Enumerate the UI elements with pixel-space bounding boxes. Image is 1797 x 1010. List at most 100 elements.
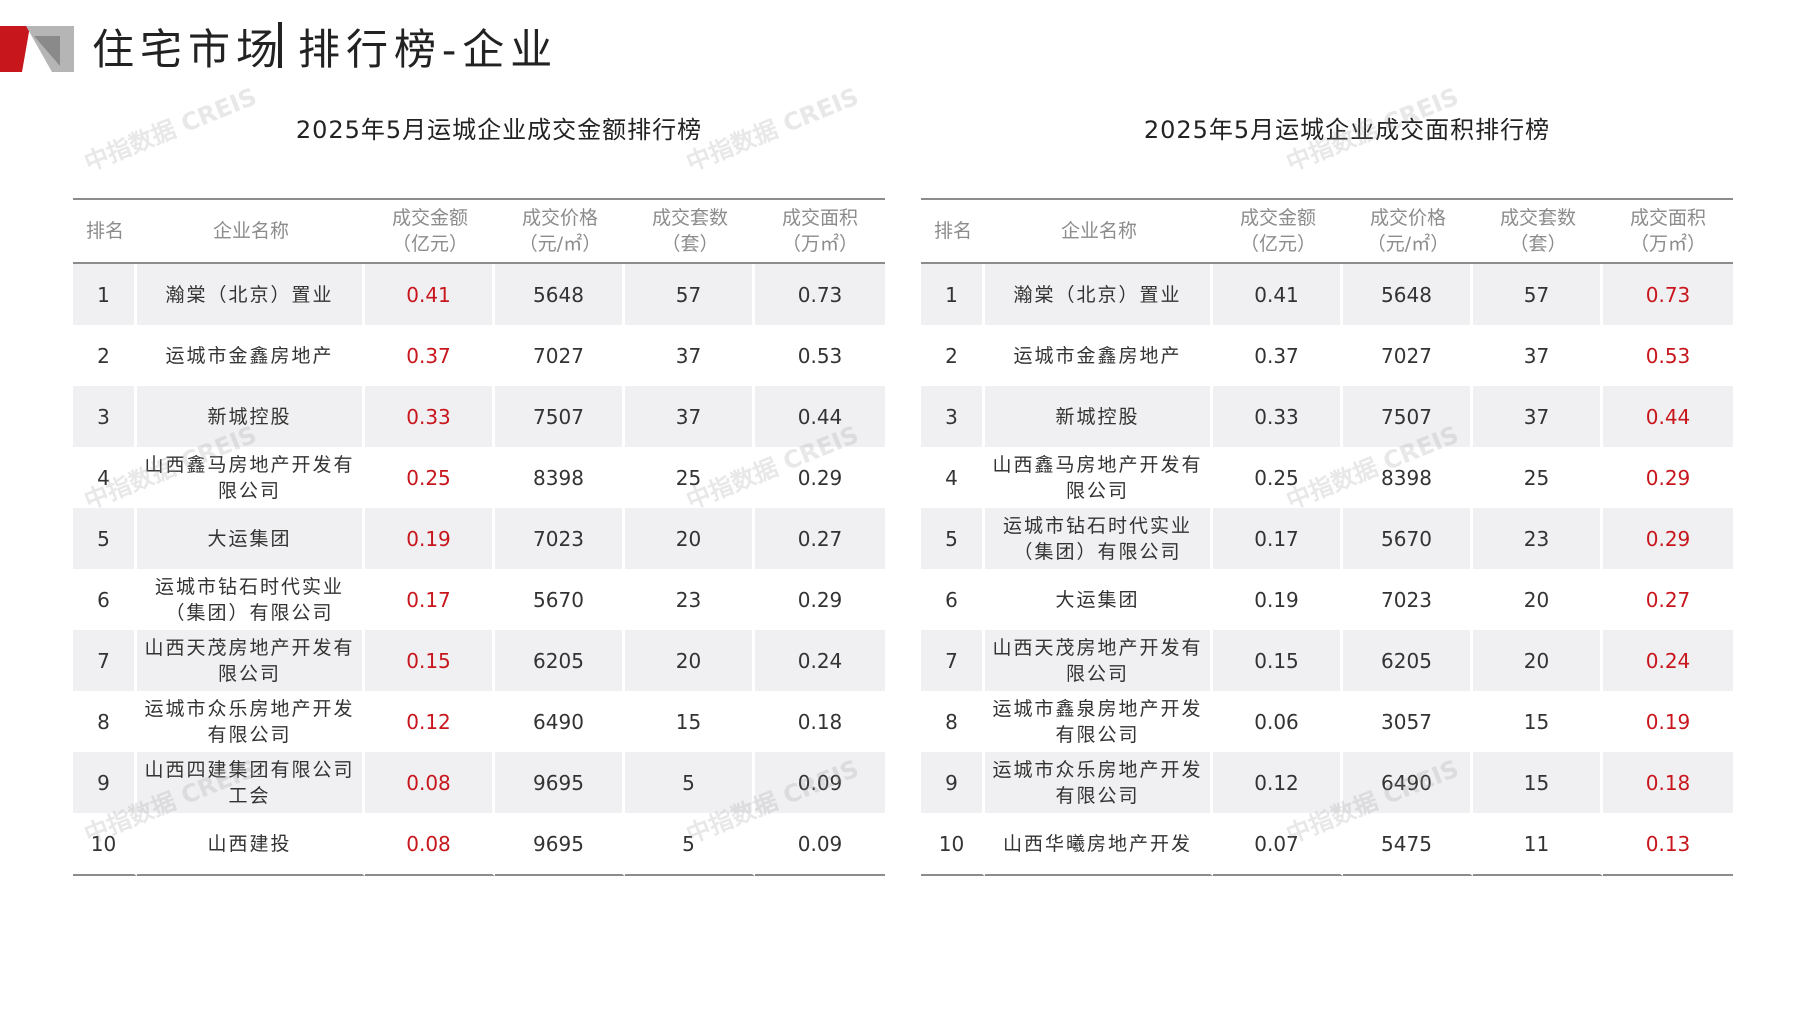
rank-cell: 9 xyxy=(921,752,985,813)
units-cell: 37 xyxy=(1473,386,1603,447)
table-row: 6 运城市钻石时代实业 （集团）有限公司 0.17 5670 23 0.29 xyxy=(73,569,885,630)
rank-cell: 10 xyxy=(921,813,985,876)
rank-header: 排名 xyxy=(73,198,137,264)
table-row: 9 运城市众乐房地产开发 有限公司 0.12 6490 15 0.18 xyxy=(921,752,1733,813)
company-header: 企业名称 xyxy=(985,198,1213,264)
rank-cell: 1 xyxy=(921,264,985,325)
area-cell: 0.27 xyxy=(1645,587,1691,612)
price-cell: 5670 xyxy=(495,569,625,630)
price-cell: 7507 xyxy=(1343,386,1473,447)
price-header: 成交价格 （元/㎡） xyxy=(495,198,625,264)
table-row: 2 运城市金鑫房地产 0.37 7027 37 0.53 xyxy=(921,325,1733,386)
amount-ranking-panel: 2025年5月运城企业成交金额排行榜 排名 企业名称 成交金额 （亿元） 成交价格 （元/… xyxy=(73,110,885,876)
table-row: 3 新城控股 0.33 7507 37 0.44 xyxy=(921,386,1733,447)
area-cell: 0.18 xyxy=(1603,752,1733,813)
title-divider xyxy=(278,22,282,68)
area-cell: 0.29 xyxy=(797,465,843,490)
rank-cell: 1 xyxy=(73,264,137,325)
area-cell: 0.44 xyxy=(755,386,885,447)
units-cell: 20 xyxy=(1473,630,1603,691)
company-header: 企业名称 xyxy=(137,198,365,264)
units-cell: 15 xyxy=(625,691,755,752)
company-name-cell: 新城控股 xyxy=(137,386,365,447)
area-ranking-table: 排名 企业名称 成交金额 （亿元） 成交价格 （元/㎡） 成交套数 （套） 成交面积 （万㎡） 1… xyxy=(921,198,1733,876)
units-cell: 15 xyxy=(1473,752,1603,813)
table-row: 9 山西四建集团有限公司 工会 0.08 9695 5 0.09 xyxy=(73,752,885,813)
units-cell: 20 xyxy=(625,630,755,691)
units-cell: 11 xyxy=(1473,813,1603,876)
rank-cell: 8 xyxy=(73,691,137,752)
table-row: 10 山西建投 0.08 9695 5 0.09 xyxy=(73,813,885,876)
company-name-cell: 运城市钻石时代实业 （集团）有限公司 xyxy=(137,569,365,630)
area-cell: 0.29 xyxy=(1645,465,1691,490)
area-cell: 0.53 xyxy=(797,343,843,368)
area-cell: 0.29 xyxy=(1603,508,1733,569)
amount-cell: 0.25 xyxy=(365,447,495,508)
company-name-cell: 瀚棠（北京）置业 xyxy=(137,264,365,325)
company-name-cell: 运城市钻石时代实业 （集团）有限公司 xyxy=(985,508,1213,569)
table-row: 8 运城市众乐房地产开发 有限公司 0.12 6490 15 0.18 xyxy=(73,691,885,752)
rank-cell: 5 xyxy=(921,508,985,569)
price-cell: 8398 xyxy=(1343,447,1473,508)
area-cell: 0.09 xyxy=(755,752,885,813)
price-cell: 6205 xyxy=(1343,630,1473,691)
rank-cell: 2 xyxy=(73,325,137,386)
amount-cell: 0.17 xyxy=(365,569,495,630)
price-cell: 7027 xyxy=(495,325,625,386)
price-cell: 5648 xyxy=(1343,264,1473,325)
amount-cell: 0.15 xyxy=(1213,630,1343,691)
company-name-cell: 山西四建集团有限公司 工会 xyxy=(137,752,365,813)
area-cell: 0.29 xyxy=(797,587,843,612)
price-cell: 5475 xyxy=(1343,813,1473,876)
price-cell: 7507 xyxy=(495,386,625,447)
area-cell: 0.27 xyxy=(755,508,885,569)
price-cell: 7023 xyxy=(495,508,625,569)
company-name-cell: 大运集团 xyxy=(985,569,1213,630)
rank-cell: 3 xyxy=(73,386,137,447)
area-cell: 0.53 xyxy=(1645,343,1691,368)
price-cell: 6490 xyxy=(495,691,625,752)
price-cell: 3057 xyxy=(1343,691,1473,752)
rank-cell: 10 xyxy=(73,813,137,876)
area-cell: 0.13 xyxy=(1603,813,1733,876)
amount-cell: 0.08 xyxy=(365,813,495,876)
table-row: 3 新城控股 0.33 7507 37 0.44 xyxy=(73,386,885,447)
rank-cell: 3 xyxy=(921,386,985,447)
rank-cell: 9 xyxy=(73,752,137,813)
units-cell: 23 xyxy=(1473,508,1603,569)
rank-cell: 4 xyxy=(73,447,137,508)
area-ranking-panel: 2025年5月运城企业成交面积排行榜 排名 企业名称 成交金额 （亿元） 成交价格 （元/… xyxy=(921,110,1733,876)
table-row: 7 山西天茂房地产开发有 限公司 0.15 6205 20 0.24 xyxy=(921,630,1733,691)
company-name-cell: 大运集团 xyxy=(137,508,365,569)
price-cell: 9695 xyxy=(495,813,625,876)
units-cell: 37 xyxy=(1473,325,1603,386)
table-row: 10 山西华曦房地产开发 0.07 5475 11 0.13 xyxy=(921,813,1733,876)
price-cell: 7023 xyxy=(1343,569,1473,630)
rank-cell: 2 xyxy=(921,325,985,386)
amount-cell: 0.15 xyxy=(365,630,495,691)
amount-cell: 0.33 xyxy=(365,386,495,447)
table-row: 8 运城市鑫泉房地产开发 有限公司 0.06 3057 15 0.19 xyxy=(921,691,1733,752)
company-name-cell: 山西建投 xyxy=(137,813,365,876)
area-cell: 0.73 xyxy=(1603,264,1733,325)
company-name-cell: 运城市金鑫房地产 xyxy=(985,325,1213,386)
area-cell: 0.73 xyxy=(755,264,885,325)
rank-header: 排名 xyxy=(921,198,985,264)
units-cell: 23 xyxy=(625,569,755,630)
company-name-cell: 运城市鑫泉房地产开发 有限公司 xyxy=(985,691,1213,752)
table-row: 2 运城市金鑫房地产 0.37 7027 37 0.53 xyxy=(73,325,885,386)
company-name-cell: 山西天茂房地产开发有 限公司 xyxy=(137,630,365,691)
amount-cell: 0.12 xyxy=(365,691,495,752)
area-cell: 0.44 xyxy=(1603,386,1733,447)
table-row: 1 瀚棠（北京）置业 0.41 5648 57 0.73 xyxy=(73,264,885,325)
units-cell: 57 xyxy=(625,264,755,325)
area-header: 成交面积 （万㎡） xyxy=(755,198,885,264)
area-cell: 0.24 xyxy=(755,630,885,691)
rank-cell: 7 xyxy=(921,630,985,691)
units-cell: 57 xyxy=(1473,264,1603,325)
amount-cell: 0.07 xyxy=(1213,813,1343,876)
table-header-row: 排名 企业名称 成交金额 （亿元） 成交价格 （元/㎡） 成交套数 （套） 成交面积 （万㎡） xyxy=(921,198,1733,264)
units-cell: 5 xyxy=(625,752,755,813)
table-row: 4 山西鑫马房地产开发有 限公司 0.25 8398 25 0.29 xyxy=(921,447,1733,508)
units-cell: 25 xyxy=(625,447,755,508)
